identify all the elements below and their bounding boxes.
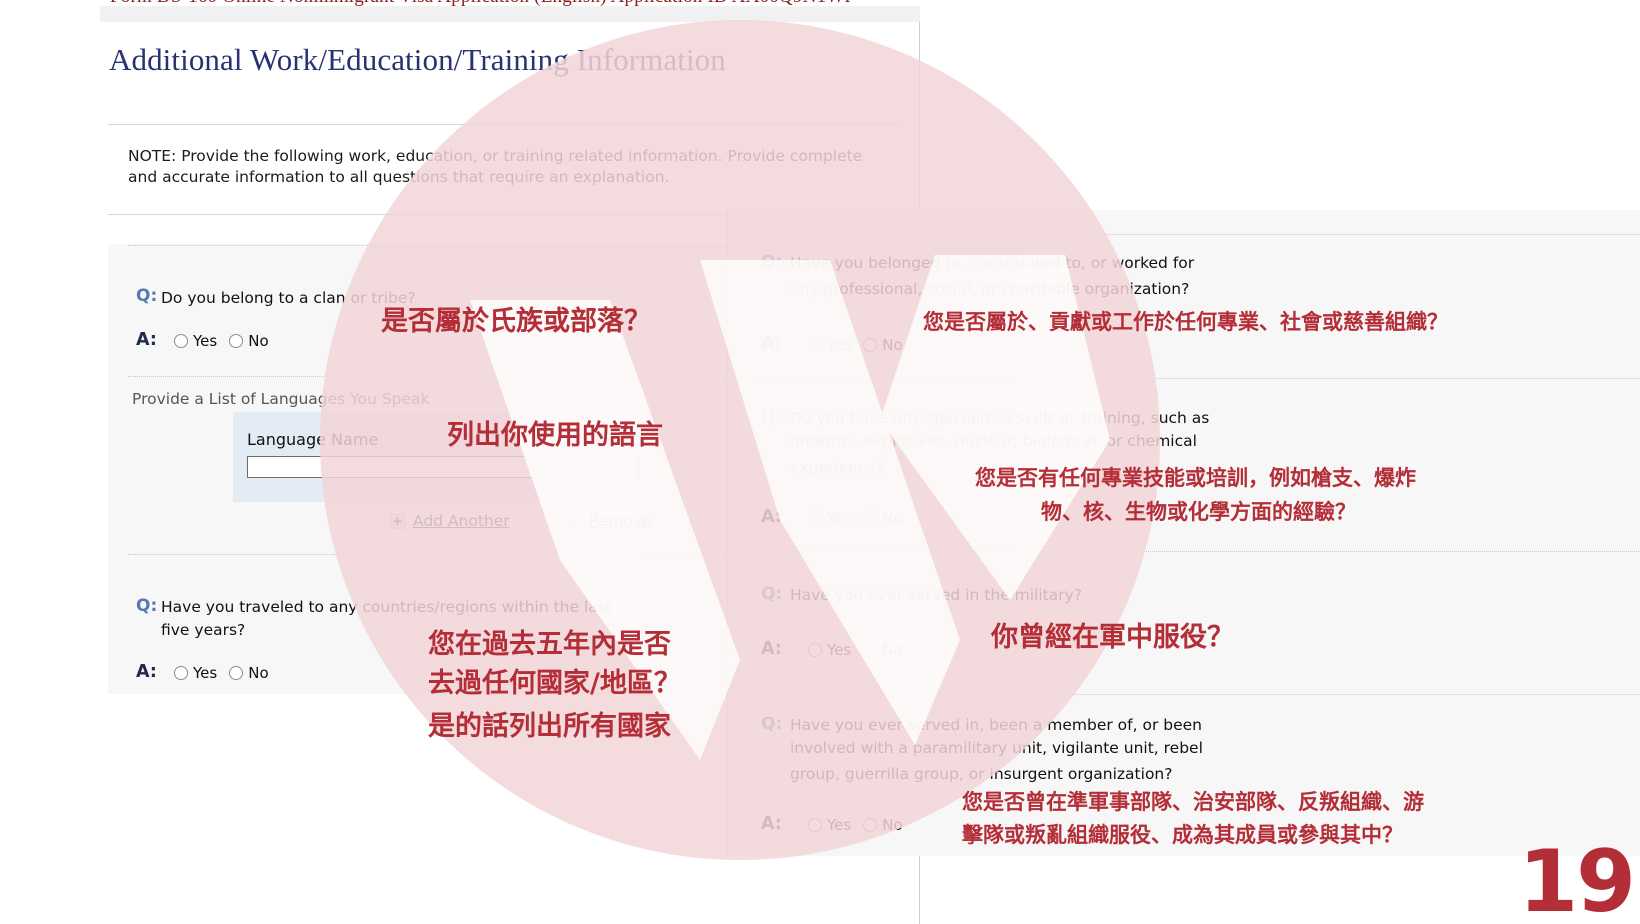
question-text-organization-l1: Have you belonged to, contributed to, or… (790, 254, 1195, 272)
language-name-input[interactable] (247, 456, 639, 478)
question-text-skills-l1: Do you have any specialized skills or tr… (790, 409, 1210, 427)
a-marker-paramilitary: A: (761, 814, 782, 834)
sep-right-2 (756, 551, 1640, 552)
radio-circle-icon[interactable] (863, 818, 878, 832)
language-row-actions: + Add Another – Remove (390, 512, 652, 530)
annotation-clan: 是否屬於氏族或部落？ (381, 306, 651, 337)
annotation-travel-l2: 去過任何國家/地區？ (428, 668, 681, 699)
divider-above-note (108, 124, 898, 125)
q-marker-travel: Q: (136, 596, 158, 616)
radio-military-no[interactable]: No (863, 641, 903, 659)
radio-travel-yes[interactable]: Yes (174, 664, 217, 682)
radio-group-military[interactable]: Yes No (808, 641, 903, 659)
annotation-language: 列出你使用的語言 (447, 420, 663, 451)
radio-circle-icon[interactable] (808, 818, 822, 832)
radio-circle-icon[interactable] (808, 643, 822, 657)
radio-military-yes[interactable]: Yes (808, 641, 851, 659)
question-text-paramilitary-l2: involved with a paramilitary unit, vigil… (790, 739, 1203, 757)
plus-icon[interactable]: + (390, 513, 405, 529)
annotation-paramilitary-l2: 擊隊或叛亂組織服役、成為其成員或參與其中？ (962, 823, 1403, 847)
radio-label-yes: Yes (827, 816, 852, 834)
page-number: 19 (1518, 832, 1636, 924)
radio-skills-no[interactable]: No (863, 509, 903, 527)
sep-right-top (756, 234, 1640, 235)
radio-circle-icon[interactable] (174, 334, 188, 348)
annotation-military: 你曾經在軍中服役？ (991, 622, 1234, 653)
radio-circle-icon[interactable] (229, 666, 244, 680)
minus-icon[interactable]: – (565, 513, 581, 529)
radio-clan-no[interactable]: No (229, 332, 269, 350)
radio-group-organization[interactable]: Yes No (808, 336, 903, 354)
q-marker-clan: Q: (136, 286, 158, 306)
radio-label-yes: Yes (827, 509, 852, 527)
q-marker-skills: Q: (761, 407, 783, 427)
radio-label-no: No (248, 332, 269, 350)
radio-circle-icon[interactable] (863, 643, 878, 657)
radio-travel-no[interactable]: No (229, 664, 269, 682)
question-text-paramilitary-l3: group, guerrilla group, or insurgent org… (790, 765, 1173, 783)
a-marker-travel: A: (136, 662, 157, 682)
radio-label-yes: Yes (193, 664, 218, 682)
question-text-military: Have you ever served in the military? (790, 586, 1082, 604)
annotation-travel-l3: 是的話列出所有國家 (428, 711, 671, 742)
radio-label-no: No (882, 816, 903, 834)
q-marker-organization: Q: (761, 252, 783, 272)
language-section-label: Provide a List of Languages You Speak (132, 390, 430, 408)
a-marker-clan: A: (136, 330, 157, 350)
remove-link[interactable]: – Remove (565, 512, 652, 530)
q-marker-paramilitary: Q: (761, 714, 783, 734)
radio-circle-icon[interactable] (863, 338, 878, 352)
radio-paramilitary-no[interactable]: No (863, 816, 903, 834)
add-another-link[interactable]: + Add Another (390, 512, 510, 530)
radio-label-no: No (248, 664, 269, 682)
sep-right-3 (756, 694, 1640, 695)
radio-circle-icon[interactable] (808, 338, 822, 352)
annotation-skills-l1: 您是否有任何專業技能或培訓，例如槍支、爆炸 (975, 466, 1416, 490)
a-marker-skills: A: (761, 507, 782, 527)
radio-organization-no[interactable]: No (863, 336, 903, 354)
radio-label-no: No (882, 641, 903, 659)
question-text-paramilitary-l1: Have you ever served in, been a member o… (790, 716, 1202, 734)
question-text-skills-l2: firearms, explosives, nuclear, biologica… (790, 432, 1197, 450)
radio-circle-icon[interactable] (229, 334, 244, 348)
radio-label-no: No (882, 336, 903, 354)
radio-label-yes: Yes (827, 641, 852, 659)
radio-group-paramilitary[interactable]: Yes No (808, 816, 903, 834)
note-text: NOTE: Provide the following work, educat… (128, 147, 863, 186)
radio-group-skills[interactable]: Yes No (808, 509, 903, 527)
a-marker-organization: A: (761, 334, 782, 354)
radio-circle-icon[interactable] (174, 666, 188, 680)
radio-skills-yes[interactable]: Yes (808, 509, 851, 527)
note-box: NOTE: Provide the following work, educat… (108, 146, 900, 188)
annotation-organization: 您是否屬於、貢獻或工作於任何專業、社會或慈善組織？ (923, 310, 1448, 334)
radio-group-travel[interactable]: Yes No (174, 664, 269, 682)
screenshot-root: Form DS-160 Online Nonimmigrant Visa App… (0, 0, 1640, 924)
remove-label[interactable]: Remove (589, 512, 652, 530)
language-name-label: Language Name (247, 430, 379, 449)
radio-group-clan[interactable]: Yes No (174, 332, 269, 350)
question-text-organization-l2: any professional, social, or charitable … (790, 280, 1190, 298)
add-another-label[interactable]: Add Another (413, 512, 510, 530)
a-marker-military: A: (761, 639, 782, 659)
radio-paramilitary-yes[interactable]: Yes (808, 816, 851, 834)
radio-label-yes: Yes (193, 332, 218, 350)
sep-right-1 (756, 378, 1640, 379)
page-title: Additional Work/Education/Training Infor… (109, 42, 726, 77)
radio-circle-icon[interactable] (808, 511, 822, 525)
document-page-right: Q: Have you belonged to, contributed to,… (727, 210, 1640, 856)
radio-organization-yes[interactable]: Yes (808, 336, 851, 354)
radio-circle-icon[interactable] (863, 511, 878, 525)
radio-label-yes: Yes (827, 336, 852, 354)
annotation-paramilitary-l1: 您是否曾在準軍事部隊、治安部隊、反叛組織、游 (962, 790, 1424, 814)
annotation-skills-l2: 物、核、生物或化學方面的經驗？ (1041, 500, 1356, 524)
radio-label-no: No (882, 509, 903, 527)
q-marker-military: Q: (761, 584, 783, 604)
page-top-stripe (100, 6, 920, 22)
radio-clan-yes[interactable]: Yes (174, 332, 217, 350)
annotation-travel-l1: 您在過去五年內是否 (428, 629, 671, 660)
